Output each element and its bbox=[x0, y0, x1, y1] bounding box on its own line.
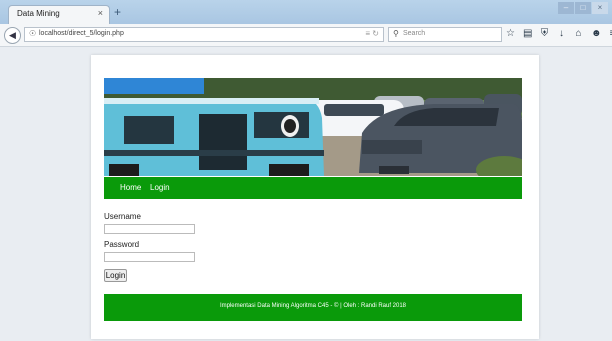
tab-bar: Data Mining × + – □ × bbox=[0, 0, 612, 24]
username-input[interactable] bbox=[104, 224, 195, 234]
banner-image bbox=[104, 78, 522, 176]
home-icon[interactable]: ⌂ bbox=[574, 28, 583, 39]
password-input[interactable] bbox=[104, 252, 195, 262]
clipboard-icon[interactable]: ▤ bbox=[523, 28, 532, 39]
address-bar[interactable]: ☉ localhost/direct_5/login.php ≡ ↻ bbox=[24, 27, 384, 42]
footer-text: Implementasi Data Mining Algoritma C45 -… bbox=[219, 303, 407, 309]
search-input[interactable]: Search bbox=[403, 30, 425, 37]
username-label: Username bbox=[104, 212, 141, 221]
navigation-toolbar: ◀ ☉ localhost/direct_5/login.php ≡ ↻ ⚲ S… bbox=[0, 24, 612, 47]
browser-tab[interactable]: Data Mining × bbox=[8, 5, 110, 24]
star-icon[interactable]: ☆ bbox=[506, 28, 515, 39]
url-bar-icons: ≡ ↻ bbox=[365, 29, 379, 38]
url-text: localhost/direct_5/login.php bbox=[39, 30, 124, 37]
menu-icon[interactable]: ≡ bbox=[608, 28, 612, 39]
download-icon[interactable]: ↓ bbox=[557, 28, 566, 39]
nav-home-link[interactable]: Home bbox=[120, 183, 141, 192]
reader-icon[interactable]: ≡ bbox=[365, 29, 370, 38]
new-tab-button[interactable]: + bbox=[114, 5, 121, 19]
close-tab-icon[interactable]: × bbox=[98, 8, 103, 18]
back-arrow-icon[interactable]: ◀ bbox=[4, 27, 21, 44]
reload-icon[interactable]: ↻ bbox=[372, 29, 379, 38]
maximize-button[interactable]: □ bbox=[575, 2, 591, 14]
globe-icon: ☉ bbox=[29, 29, 37, 38]
site-nav: Home Login bbox=[104, 177, 522, 199]
site-footer: Implementasi Data Mining Algoritma C45 -… bbox=[104, 294, 522, 321]
tab-title: Data Mining bbox=[17, 9, 60, 18]
shield-icon[interactable]: ⛨ bbox=[540, 28, 549, 39]
login-button[interactable]: Login bbox=[104, 269, 127, 282]
nav-login-link[interactable]: Login bbox=[150, 183, 170, 192]
window-close-button[interactable]: × bbox=[592, 2, 608, 14]
window-controls: – □ × bbox=[558, 2, 608, 14]
minimize-button[interactable]: – bbox=[558, 2, 574, 14]
search-bar[interactable]: ⚲ Search bbox=[388, 27, 502, 42]
smiley-icon[interactable]: ☻ bbox=[591, 28, 602, 39]
password-label: Password bbox=[104, 240, 140, 249]
toolbar-icons: ☆ ▤ ⛨ ↓ ⌂ ☻ ≡ bbox=[506, 28, 612, 39]
search-icon: ⚲ bbox=[393, 29, 399, 38]
